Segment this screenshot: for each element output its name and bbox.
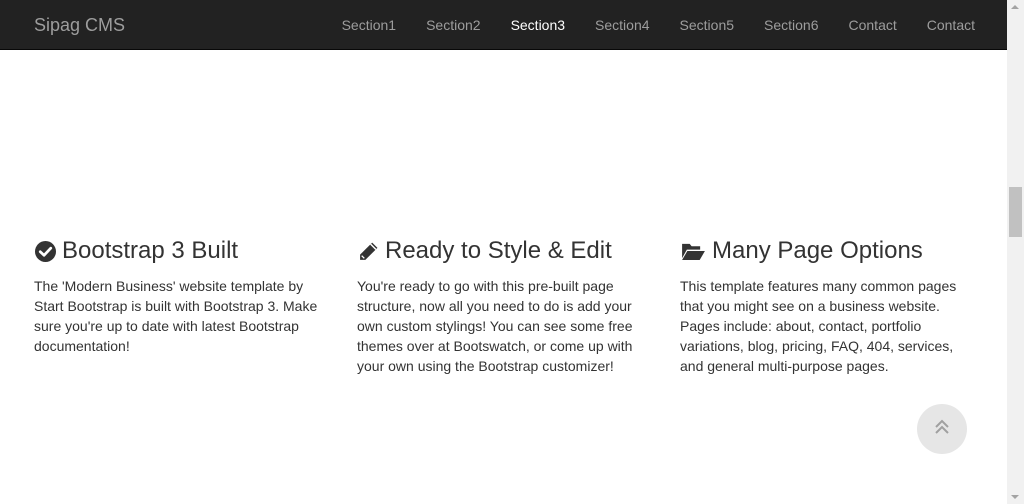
nav-item-section5[interactable]: Section5 <box>665 0 749 50</box>
folder-open-icon <box>680 240 706 262</box>
feature-heading: Bootstrap 3 Built <box>34 236 334 266</box>
back-to-top-button[interactable] <box>917 404 967 454</box>
scroll-down-arrow-icon[interactable] <box>1011 495 1019 499</box>
feature-page-options: Many Page Options This template features… <box>680 236 980 376</box>
double-chevron-up-icon <box>933 418 951 441</box>
feature-title: Ready to Style & Edit <box>385 237 612 264</box>
top-navbar: Sipag CMS Section1 Section2 Section3 Sec… <box>0 0 1007 50</box>
feature-style-edit: Ready to Style & Edit You're ready to go… <box>357 236 657 376</box>
nav-item-section4[interactable]: Section4 <box>580 0 664 50</box>
nav-item-contact[interactable]: Contact <box>834 0 912 50</box>
feature-text: You're ready to go with this pre-built p… <box>357 278 633 374</box>
feature-heading: Many Page Options <box>680 236 980 266</box>
nav-item-section3[interactable]: Section3 <box>496 0 580 50</box>
feature-bootstrap: Bootstrap 3 Built The 'Modern Business' … <box>34 236 334 356</box>
feature-title: Bootstrap 3 Built <box>62 237 239 264</box>
feature-heading: Ready to Style & Edit <box>357 236 657 266</box>
scroll-up-arrow-icon[interactable] <box>1011 5 1019 9</box>
feature-text: This template features many common pages… <box>680 278 957 374</box>
page-scrollbar[interactable] <box>1007 0 1024 504</box>
feature-title: Many Page Options <box>712 237 923 264</box>
check-circle-icon <box>34 240 56 262</box>
feature-text: The 'Modern Business' website template b… <box>34 278 318 354</box>
nav-item-contact-2[interactable]: Contact <box>912 0 990 50</box>
main-nav: Section1 Section2 Section3 Section4 Sect… <box>327 0 990 50</box>
nav-item-section1[interactable]: Section1 <box>327 0 411 50</box>
nav-item-section2[interactable]: Section2 <box>411 0 495 50</box>
brand-link[interactable]: Sipag CMS <box>34 15 125 35</box>
nav-item-section6[interactable]: Section6 <box>749 0 833 50</box>
scrollbar-thumb[interactable] <box>1009 187 1022 237</box>
pencil-icon <box>357 240 379 262</box>
